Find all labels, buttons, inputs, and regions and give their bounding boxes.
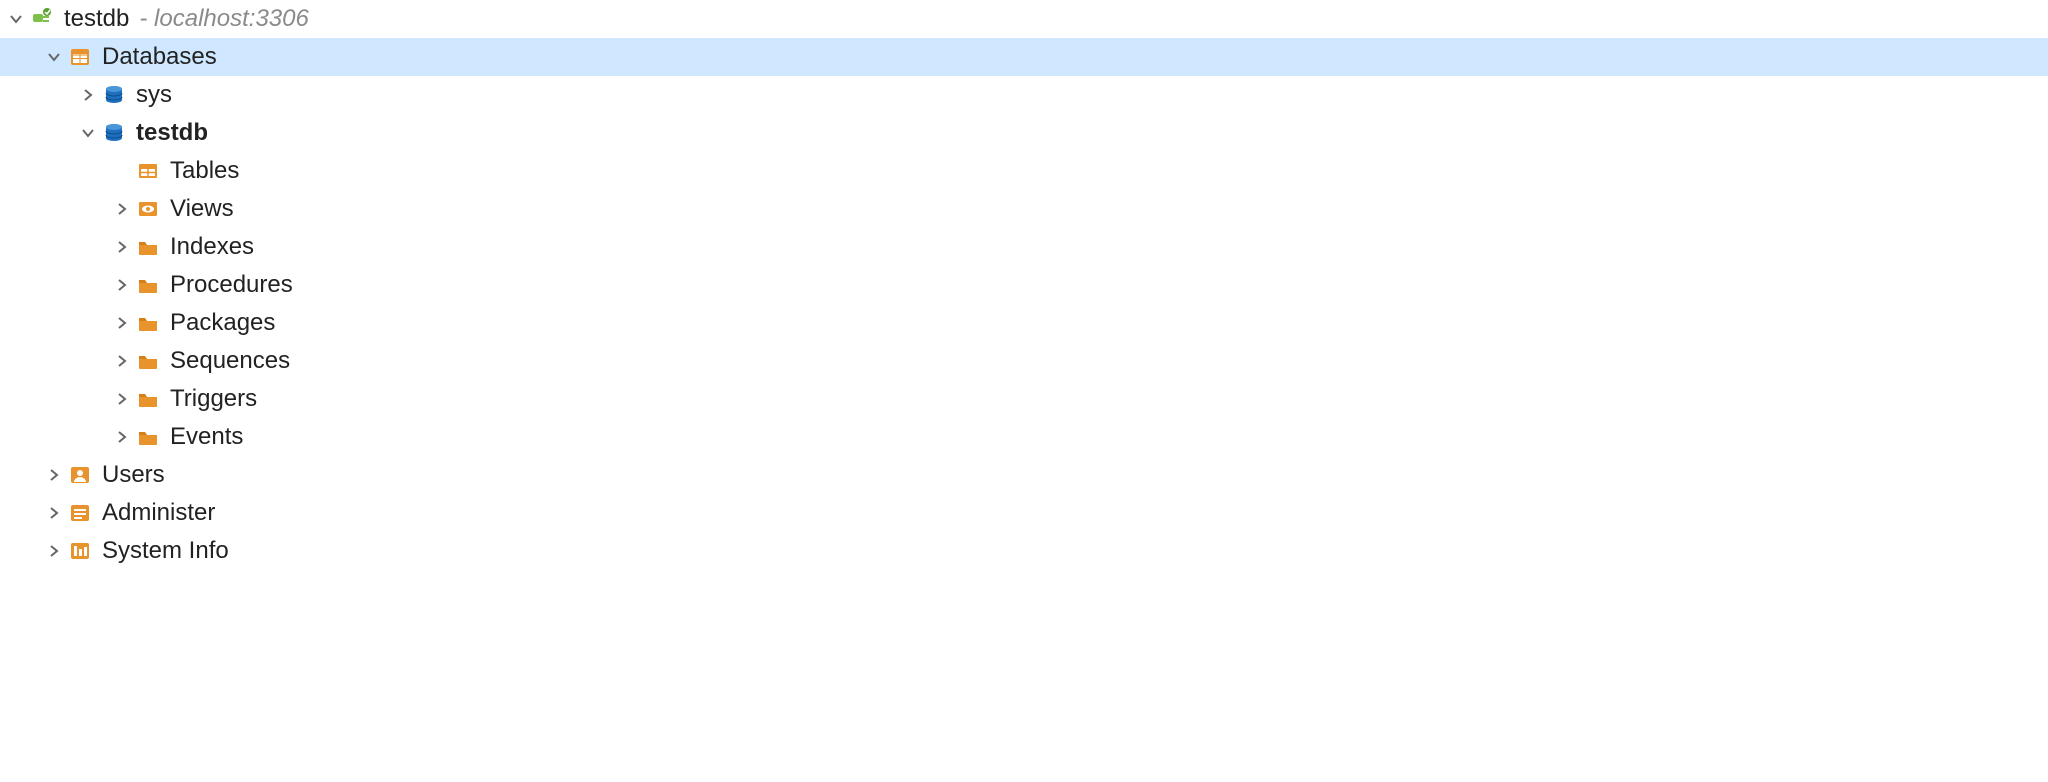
chevron-right-icon[interactable] xyxy=(112,279,132,291)
users-label: Users xyxy=(102,461,165,489)
table-icon xyxy=(136,159,160,183)
database-icon xyxy=(102,83,126,107)
schema-label: Procedures xyxy=(170,271,293,299)
database-icon xyxy=(102,121,126,145)
connection-host: - localhost:3306 xyxy=(139,5,308,33)
connection-plug-icon xyxy=(30,7,54,31)
folder-icon xyxy=(136,273,160,297)
view-icon xyxy=(136,197,160,221)
system-info-label: System Info xyxy=(102,537,229,565)
databases-label: Databases xyxy=(102,43,217,71)
chevron-down-icon[interactable] xyxy=(6,13,26,25)
chevron-down-icon[interactable] xyxy=(44,51,64,63)
chevron-right-icon[interactable] xyxy=(112,241,132,253)
schema-label: Indexes xyxy=(170,233,254,261)
schema-node-packages[interactable]: Packages xyxy=(0,304,2048,342)
users-node[interactable]: Users xyxy=(0,456,2048,494)
schema-label: Views xyxy=(170,195,234,223)
chevron-right-icon[interactable] xyxy=(112,355,132,367)
chevron-down-icon[interactable] xyxy=(78,127,98,139)
chevron-right-icon[interactable] xyxy=(112,431,132,443)
chevron-right-icon[interactable] xyxy=(44,469,64,481)
administer-label: Administer xyxy=(102,499,215,527)
schema-node-procedures[interactable]: Procedures xyxy=(0,266,2048,304)
system-info-icon xyxy=(68,539,92,563)
folder-icon xyxy=(136,387,160,411)
system-info-node[interactable]: System Info xyxy=(0,532,2048,570)
folder-icon xyxy=(136,311,160,335)
schema-label: Sequences xyxy=(170,347,290,375)
database-label: sys xyxy=(136,81,172,109)
chevron-right-icon[interactable] xyxy=(44,507,64,519)
connection-name: testdb xyxy=(64,5,129,33)
db-navigator-tree[interactable]: testdb - localhost:3306 Databases sys te… xyxy=(0,0,2048,570)
databases-container-icon xyxy=(68,45,92,69)
folder-icon xyxy=(136,349,160,373)
chevron-right-icon[interactable] xyxy=(112,393,132,405)
chevron-right-icon[interactable] xyxy=(44,545,64,557)
administer-icon xyxy=(68,501,92,525)
schema-node-views[interactable]: Views xyxy=(0,190,2048,228)
schema-node-triggers[interactable]: Triggers xyxy=(0,380,2048,418)
database-node-sys[interactable]: sys xyxy=(0,76,2048,114)
schema-label: Triggers xyxy=(170,385,257,413)
folder-icon xyxy=(136,235,160,259)
database-node-testdb[interactable]: testdb xyxy=(0,114,2048,152)
folder-icon xyxy=(136,425,160,449)
schema-node-sequences[interactable]: Sequences xyxy=(0,342,2048,380)
connection-node[interactable]: testdb - localhost:3306 xyxy=(0,0,2048,38)
schema-label: Tables xyxy=(170,157,239,185)
schema-node-indexes[interactable]: Indexes xyxy=(0,228,2048,266)
users-icon xyxy=(68,463,92,487)
administer-node[interactable]: Administer xyxy=(0,494,2048,532)
chevron-right-icon[interactable] xyxy=(112,203,132,215)
database-label: testdb xyxy=(136,119,208,147)
schema-node-events[interactable]: Events xyxy=(0,418,2048,456)
schema-label: Events xyxy=(170,423,243,451)
schema-label: Packages xyxy=(170,309,275,337)
chevron-right-icon[interactable] xyxy=(78,89,98,101)
databases-node[interactable]: Databases xyxy=(0,38,2048,76)
chevron-right-icon[interactable] xyxy=(112,317,132,329)
schema-node-tables[interactable]: Tables xyxy=(0,152,2048,190)
